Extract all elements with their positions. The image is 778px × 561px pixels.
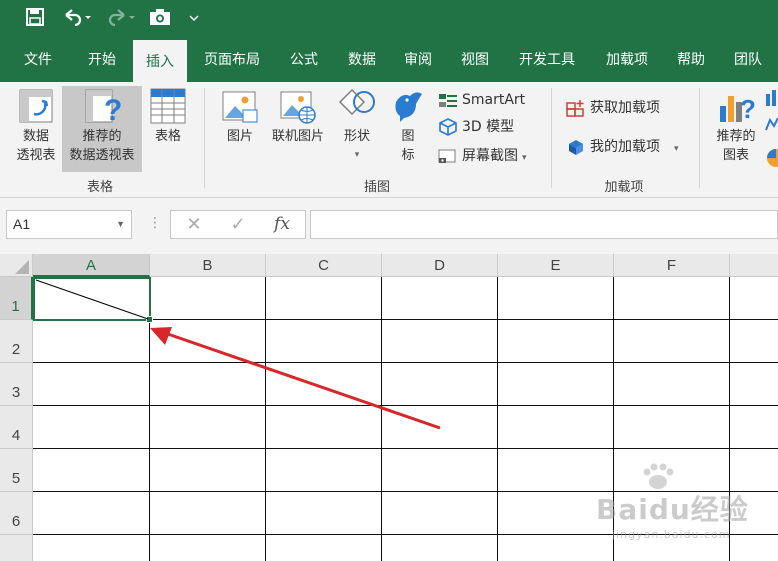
3d-model-icon xyxy=(439,118,457,136)
name-box-dropdown-icon[interactable]: ▼ xyxy=(116,211,125,238)
store-icon xyxy=(566,100,584,117)
ribbon-tabs: 文件 开始 插入 页面布局 公式 数据 审阅 视图 开发工具 加载项 帮助 团队 xyxy=(0,40,778,82)
formula-buttons: ✕ ✓ fx xyxy=(170,210,306,239)
recommended-pivot-icon: ? xyxy=(85,89,122,124)
tab-help[interactable]: 帮助 xyxy=(666,40,716,82)
illustrations-group-label: 插图 xyxy=(363,180,390,195)
pictures-button[interactable]: 图片 xyxy=(216,86,264,172)
formula-bar-grip-icon[interactable]: ⋮ xyxy=(148,215,162,231)
pivot-table-button[interactable]: 数据 透视表 xyxy=(8,86,64,172)
shapes-label: 形状 xyxy=(343,129,370,144)
formula-input[interactable] xyxy=(310,210,778,239)
tab-view[interactable]: 视图 xyxy=(449,40,501,82)
svg-text:?: ? xyxy=(740,94,756,124)
shapes-dropdown-icon: ▾ xyxy=(354,150,360,160)
get-addins-label: 获取加载项 xyxy=(590,100,660,116)
group-separator xyxy=(204,88,205,188)
svg-text:?: ? xyxy=(104,94,122,124)
get-addins-button[interactable]: 获取加载项 xyxy=(566,96,660,120)
enter-icon[interactable]: ✓ xyxy=(223,211,253,238)
cell-diagonal-line xyxy=(35,279,149,320)
tab-developer[interactable]: 开发工具 xyxy=(508,40,586,82)
my-addins-button[interactable]: 我的加载项 ▾ xyxy=(566,135,679,159)
tab-formulas[interactable]: 公式 xyxy=(278,40,330,82)
tab-insert[interactable]: 插入 xyxy=(133,40,187,82)
baidu-watermark: Baidu经验 jingyan.baidu.com xyxy=(590,463,770,550)
table-button[interactable]: 表格 xyxy=(146,86,190,172)
icons-bird-icon xyxy=(395,92,422,122)
tab-home[interactable]: 开始 xyxy=(74,40,130,82)
my-addins-dropdown-icon: ▾ xyxy=(674,144,679,154)
icons-label-2: 标 xyxy=(401,148,415,163)
online-pictures-button[interactable]: 联机图片 xyxy=(266,86,330,172)
screenshot-button[interactable]: 屏幕截图 ▾ xyxy=(438,144,527,168)
customize-icon[interactable] xyxy=(186,8,202,32)
screenshot-icon xyxy=(438,149,456,163)
recommended-charts-label-1: 推荐的 xyxy=(716,129,756,144)
recommended-charts-icon: ? xyxy=(720,94,756,124)
online-picture-icon xyxy=(280,91,316,124)
tab-file[interactable]: 文件 xyxy=(10,40,66,82)
tab-review[interactable]: 审阅 xyxy=(393,40,443,82)
recommended-pivot-label-1: 推荐的 xyxy=(82,129,122,144)
smartart-icon xyxy=(439,94,457,107)
pivot-table-label-2: 透视表 xyxy=(16,148,56,163)
3d-models-button[interactable]: 3D 模型 xyxy=(438,115,514,139)
pictures-label: 图片 xyxy=(226,129,253,144)
icons-label-1: 图 xyxy=(401,129,415,144)
red-arrow-icon xyxy=(150,327,441,430)
screenshot-label: 屏幕截图 xyxy=(462,148,518,164)
group-separator xyxy=(551,88,552,188)
icons-button[interactable]: 图 标 xyxy=(386,86,430,172)
name-box-value: A1 xyxy=(13,216,31,232)
column-chart-icon xyxy=(765,90,778,167)
tab-data[interactable]: 数据 xyxy=(336,40,388,82)
smartart-label: SmartArt xyxy=(462,92,526,108)
save-icon[interactable] xyxy=(24,8,46,32)
picture-icon xyxy=(222,91,258,123)
online-pictures-label: 联机图片 xyxy=(271,129,324,144)
pivot-table-icon xyxy=(19,89,53,123)
tab-addins[interactable]: 加载项 xyxy=(596,40,658,82)
ribbon-insert: 数据 透视表 ? 推荐的 数据透视表 表格 表格 图片 联机图片 形状 ▾ 图 … xyxy=(0,82,778,198)
pivot-table-label-1: 数据 xyxy=(22,129,49,144)
my-addins-label: 我的加载项 xyxy=(590,139,660,155)
quick-access-toolbar xyxy=(0,0,778,40)
recommended-charts-button[interactable]: ? 推荐的 图表 xyxy=(708,86,764,172)
addins-group-label: 加载项 xyxy=(604,180,644,195)
cancel-icon[interactable]: ✕ xyxy=(179,211,209,238)
shapes-icon xyxy=(338,88,375,116)
camera-icon[interactable] xyxy=(148,8,172,32)
group-separator xyxy=(699,88,700,188)
tables-group-label: 表格 xyxy=(86,180,113,195)
table-icon xyxy=(150,88,186,124)
smartart-button[interactable]: SmartArt xyxy=(438,88,525,112)
table-label: 表格 xyxy=(154,129,181,144)
my-addins-icon xyxy=(569,140,583,155)
formula-bar: A1 ▼ ⋮ ✕ ✓ fx xyxy=(0,198,778,254)
name-box[interactable]: A1 ▼ xyxy=(6,210,132,239)
chart-types-icons[interactable] xyxy=(764,90,778,174)
tab-page-layout[interactable]: 页面布局 xyxy=(196,40,268,82)
watermark-url: jingyan.baidu.com xyxy=(612,528,731,541)
recommended-pivot-button[interactable]: ? 推荐的 数据透视表 xyxy=(62,86,142,172)
3d-models-label: 3D 模型 xyxy=(462,119,515,135)
undo-icon[interactable] xyxy=(60,8,94,32)
watermark-brand: Baidu经验 xyxy=(596,493,749,526)
redo-icon[interactable] xyxy=(104,8,138,32)
recommended-charts-label-2: 图表 xyxy=(722,148,749,163)
tab-team[interactable]: 团队 xyxy=(722,40,774,82)
recommended-pivot-label-2: 数据透视表 xyxy=(69,148,135,163)
screenshot-dropdown-icon: ▾ xyxy=(522,153,527,163)
insert-function-icon[interactable]: fx xyxy=(267,211,297,238)
shapes-button[interactable]: 形状 ▾ xyxy=(334,86,380,172)
